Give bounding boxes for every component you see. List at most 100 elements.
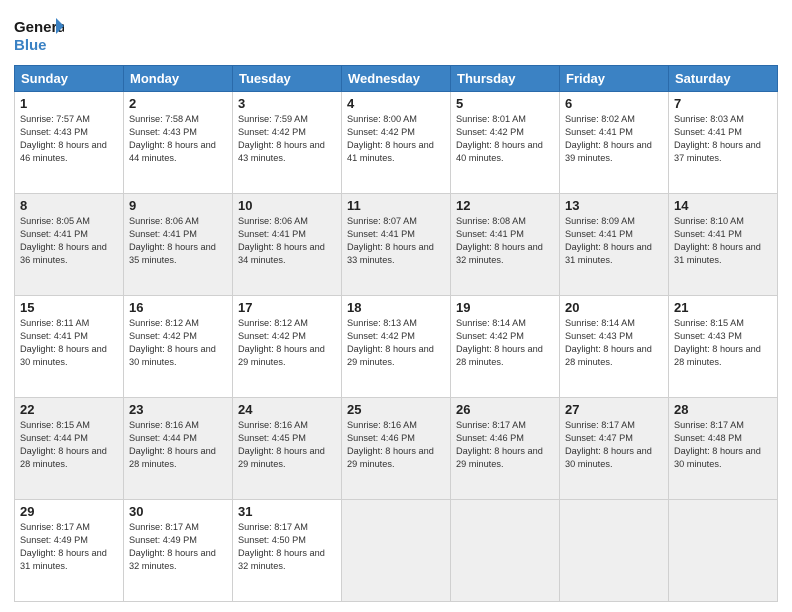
calendar-cell: 16Sunrise: 8:12 AMSunset: 4:42 PMDayligh… (124, 296, 233, 398)
day-number: 24 (238, 402, 336, 417)
day-detail: Sunrise: 8:01 AMSunset: 4:42 PMDaylight:… (456, 113, 554, 165)
day-number: 30 (129, 504, 227, 519)
day-detail: Sunrise: 7:58 AMSunset: 4:43 PMDaylight:… (129, 113, 227, 165)
day-detail: Sunrise: 8:06 AMSunset: 4:41 PMDaylight:… (129, 215, 227, 267)
calendar-cell: 25 Sunrise: 8:16 AMSunset: 4:46 PMDayligh… (342, 398, 451, 500)
calendar-header-friday: Friday (560, 66, 669, 92)
calendar-header-saturday: Saturday (669, 66, 778, 92)
day-number: 26 (456, 402, 554, 417)
logo-svg: General Blue (14, 16, 64, 54)
day-detail: Sunrise: 8:16 AMSunset: 4:46 PMDaylight:… (347, 419, 445, 471)
day-number: 21 (674, 300, 772, 315)
day-number: 2 (129, 96, 227, 111)
day-detail: Sunrise: 8:17 AMSunset: 4:50 PMDaylight:… (238, 521, 336, 573)
day-detail: Sunrise: 8:08 AMSunset: 4:41 PMDaylight:… (456, 215, 554, 267)
day-detail: Sunrise: 8:07 AMSunset: 4:41 PMDaylight:… (347, 215, 445, 267)
calendar-week-row: 1 Sunrise: 7:57 AMSunset: 4:43 PMDaylight… (15, 92, 778, 194)
day-number: 14 (674, 198, 772, 213)
header: General Blue (14, 10, 778, 59)
day-detail: Sunrise: 8:15 AMSunset: 4:43 PMDaylight:… (674, 317, 772, 369)
calendar-header-row: SundayMondayTuesdayWednesdayThursdayFrid… (15, 66, 778, 92)
calendar-cell: 12 Sunrise: 8:08 AMSunset: 4:41 PMDayligh… (451, 194, 560, 296)
calendar-cell (560, 500, 669, 602)
day-detail: Sunrise: 8:09 AMSunset: 4:41 PMDaylight:… (565, 215, 663, 267)
calendar-cell: 27 Sunrise: 8:17 AMSunset: 4:47 PMDayligh… (560, 398, 669, 500)
calendar-cell: 3Sunrise: 7:59 AMSunset: 4:42 PMDaylight… (233, 92, 342, 194)
calendar-cell: 7Sunrise: 8:03 AMSunset: 4:41 PMDaylight… (669, 92, 778, 194)
calendar-cell: 20Sunrise: 8:14 AMSunset: 4:43 PMDayligh… (560, 296, 669, 398)
calendar-cell: 19 Sunrise: 8:14 AMSunset: 4:42 PMDayligh… (451, 296, 560, 398)
calendar-cell: 15 Sunrise: 8:11 AMSunset: 4:41 PMDayligh… (15, 296, 124, 398)
calendar-week-row: 29 Sunrise: 8:17 AMSunset: 4:49 PMDayligh… (15, 500, 778, 602)
calendar-cell: 29 Sunrise: 8:17 AMSunset: 4:49 PMDayligh… (15, 500, 124, 602)
day-number: 31 (238, 504, 336, 519)
calendar-header-monday: Monday (124, 66, 233, 92)
day-number: 13 (565, 198, 663, 213)
day-detail: Sunrise: 8:14 AMSunset: 4:42 PMDaylight:… (456, 317, 554, 369)
calendar-cell: 4 Sunrise: 8:00 AMSunset: 4:42 PMDaylight… (342, 92, 451, 194)
day-detail: Sunrise: 8:03 AMSunset: 4:41 PMDaylight:… (674, 113, 772, 165)
day-detail: Sunrise: 8:10 AMSunset: 4:41 PMDaylight:… (674, 215, 772, 267)
day-detail: Sunrise: 8:12 AMSunset: 4:42 PMDaylight:… (238, 317, 336, 369)
day-detail: Sunrise: 8:17 AMSunset: 4:49 PMDaylight:… (20, 521, 118, 573)
calendar-week-row: 15 Sunrise: 8:11 AMSunset: 4:41 PMDayligh… (15, 296, 778, 398)
calendar-cell (451, 500, 560, 602)
calendar-cell: 22 Sunrise: 8:15 AMSunset: 4:44 PMDayligh… (15, 398, 124, 500)
calendar-cell: 31 Sunrise: 8:17 AMSunset: 4:50 PMDayligh… (233, 500, 342, 602)
day-detail: Sunrise: 8:06 AMSunset: 4:41 PMDaylight:… (238, 215, 336, 267)
calendar-cell (342, 500, 451, 602)
calendar-cell: 28Sunrise: 8:17 AMSunset: 4:48 PMDayligh… (669, 398, 778, 500)
calendar-cell: 30Sunrise: 8:17 AMSunset: 4:49 PMDayligh… (124, 500, 233, 602)
calendar-cell: 2 Sunrise: 7:58 AMSunset: 4:43 PMDaylight… (124, 92, 233, 194)
calendar-week-row: 22 Sunrise: 8:15 AMSunset: 4:44 PMDayligh… (15, 398, 778, 500)
day-detail: Sunrise: 8:16 AMSunset: 4:45 PMDaylight:… (238, 419, 336, 471)
calendar-header-tuesday: Tuesday (233, 66, 342, 92)
day-detail: Sunrise: 8:17 AMSunset: 4:46 PMDaylight:… (456, 419, 554, 471)
calendar-cell: 14 Sunrise: 8:10 AMSunset: 4:41 PMDayligh… (669, 194, 778, 296)
day-number: 1 (20, 96, 118, 111)
day-detail: Sunrise: 7:59 AMSunset: 4:42 PMDaylight:… (238, 113, 336, 165)
day-number: 19 (456, 300, 554, 315)
day-detail: Sunrise: 7:57 AMSunset: 4:43 PMDaylight:… (20, 113, 118, 165)
calendar-cell: 23 Sunrise: 8:16 AMSunset: 4:44 PMDayligh… (124, 398, 233, 500)
day-detail: Sunrise: 8:12 AMSunset: 4:42 PMDaylight:… (129, 317, 227, 369)
day-number: 6 (565, 96, 663, 111)
calendar-cell: 17Sunrise: 8:12 AMSunset: 4:42 PMDayligh… (233, 296, 342, 398)
day-number: 10 (238, 198, 336, 213)
day-detail: Sunrise: 8:17 AMSunset: 4:47 PMDaylight:… (565, 419, 663, 471)
day-number: 9 (129, 198, 227, 213)
calendar-cell: 6Sunrise: 8:02 AMSunset: 4:41 PMDaylight… (560, 92, 669, 194)
calendar-cell: 10 Sunrise: 8:06 AMSunset: 4:41 PMDayligh… (233, 194, 342, 296)
day-detail: Sunrise: 8:15 AMSunset: 4:44 PMDaylight:… (20, 419, 118, 471)
calendar-header-wednesday: Wednesday (342, 66, 451, 92)
calendar-week-row: 8Sunrise: 8:05 AMSunset: 4:41 PMDaylight… (15, 194, 778, 296)
day-detail: Sunrise: 8:13 AMSunset: 4:42 PMDaylight:… (347, 317, 445, 369)
day-detail: Sunrise: 8:16 AMSunset: 4:44 PMDaylight:… (129, 419, 227, 471)
day-number: 22 (20, 402, 118, 417)
day-detail: Sunrise: 8:17 AMSunset: 4:48 PMDaylight:… (674, 419, 772, 471)
calendar-table: SundayMondayTuesdayWednesdayThursdayFrid… (14, 65, 778, 602)
calendar-cell: 24 Sunrise: 8:16 AMSunset: 4:45 PMDayligh… (233, 398, 342, 500)
calendar-header-thursday: Thursday (451, 66, 560, 92)
calendar-header-sunday: Sunday (15, 66, 124, 92)
day-number: 25 (347, 402, 445, 417)
day-number: 23 (129, 402, 227, 417)
calendar-cell: 18Sunrise: 8:13 AMSunset: 4:42 PMDayligh… (342, 296, 451, 398)
day-detail: Sunrise: 8:11 AMSunset: 4:41 PMDaylight:… (20, 317, 118, 369)
day-number: 15 (20, 300, 118, 315)
calendar-cell: 11Sunrise: 8:07 AMSunset: 4:41 PMDayligh… (342, 194, 451, 296)
day-number: 12 (456, 198, 554, 213)
calendar-cell: 9 Sunrise: 8:06 AMSunset: 4:41 PMDaylight… (124, 194, 233, 296)
day-number: 4 (347, 96, 445, 111)
calendar-cell: 5 Sunrise: 8:01 AMSunset: 4:42 PMDaylight… (451, 92, 560, 194)
day-number: 20 (565, 300, 663, 315)
day-detail: Sunrise: 8:00 AMSunset: 4:42 PMDaylight:… (347, 113, 445, 165)
day-number: 5 (456, 96, 554, 111)
calendar-cell: 21 Sunrise: 8:15 AMSunset: 4:43 PMDayligh… (669, 296, 778, 398)
calendar-cell: 1 Sunrise: 7:57 AMSunset: 4:43 PMDaylight… (15, 92, 124, 194)
calendar-cell: 13 Sunrise: 8:09 AMSunset: 4:41 PMDayligh… (560, 194, 669, 296)
page: General Blue SundayMondayTuesdayWednesda… (0, 0, 792, 612)
calendar-cell: 26 Sunrise: 8:17 AMSunset: 4:46 PMDayligh… (451, 398, 560, 500)
day-number: 29 (20, 504, 118, 519)
day-number: 27 (565, 402, 663, 417)
